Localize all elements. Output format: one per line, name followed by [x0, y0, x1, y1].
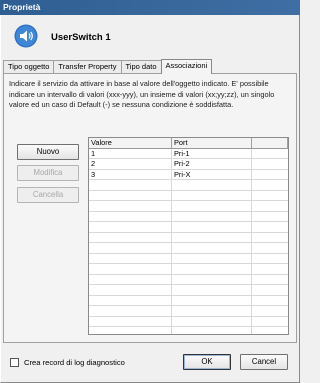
table-header: Valore Port [89, 138, 288, 149]
table-row-empty [89, 306, 288, 317]
new-button[interactable]: Nuovo [17, 144, 79, 160]
cell-valore: 2 [89, 159, 172, 170]
table-row-empty [89, 285, 288, 296]
associations-table[interactable]: Valore Port 1 Pri-1 2 Pri-2 3 Pri-X [88, 137, 289, 335]
table-row-empty [89, 190, 288, 201]
table-row-empty [89, 232, 288, 243]
diagnostic-log-label: Crea record di log diagnostico [24, 358, 125, 367]
table-row-empty [89, 274, 288, 285]
column-header-empty[interactable] [252, 138, 288, 149]
table-row-empty [89, 295, 288, 306]
edit-button[interactable]: Modifica [17, 165, 79, 181]
diagnostic-log-checkbox[interactable] [10, 358, 19, 367]
table-row-empty [89, 201, 288, 212]
table-row-empty [89, 211, 288, 222]
column-header-valore[interactable]: Valore [89, 138, 172, 149]
delete-button[interactable]: Cancella [17, 187, 79, 203]
tab-transfer-property[interactable]: Transfer Property [53, 60, 122, 73]
table-row-empty [89, 243, 288, 254]
tab-tipo-dato[interactable]: Tipo dato [120, 60, 162, 73]
table-row-empty [89, 264, 288, 275]
table-row-empty [89, 222, 288, 233]
table-row[interactable]: 3 Pri-X [89, 169, 288, 180]
table-row-empty [89, 327, 288, 334]
tab-strip: Tipo oggetto Transfer Property Tipo dato… [3, 59, 213, 74]
table-row-empty [89, 180, 288, 191]
table-row-empty [89, 253, 288, 264]
window-title: Proprietà [0, 0, 300, 15]
cell-valore: 1 [89, 148, 172, 159]
tab-associazioni[interactable]: Associazioni [160, 59, 213, 74]
cell-port: Pri-1 [172, 148, 252, 159]
object-title: UserSwitch 1 [51, 32, 111, 43]
table-row[interactable]: 2 Pri-2 [89, 159, 288, 170]
description-text: Indicare il servizio da attivare in base… [9, 79, 275, 109]
table-row-empty [89, 316, 288, 327]
cell-port: Pri-X [172, 169, 252, 180]
cell-valore: 3 [89, 169, 172, 180]
tab-tipo-oggetto[interactable]: Tipo oggetto [3, 60, 55, 73]
speaker-icon [14, 24, 38, 48]
diagnostic-log-option[interactable]: Crea record di log diagnostico [10, 358, 125, 367]
cancel-button[interactable]: Cancel [240, 354, 288, 370]
column-header-port[interactable]: Port [172, 138, 252, 149]
table-row[interactable]: 1 Pri-1 [89, 148, 288, 159]
ok-button[interactable]: OK [183, 354, 231, 370]
cell-port: Pri-2 [172, 159, 252, 170]
